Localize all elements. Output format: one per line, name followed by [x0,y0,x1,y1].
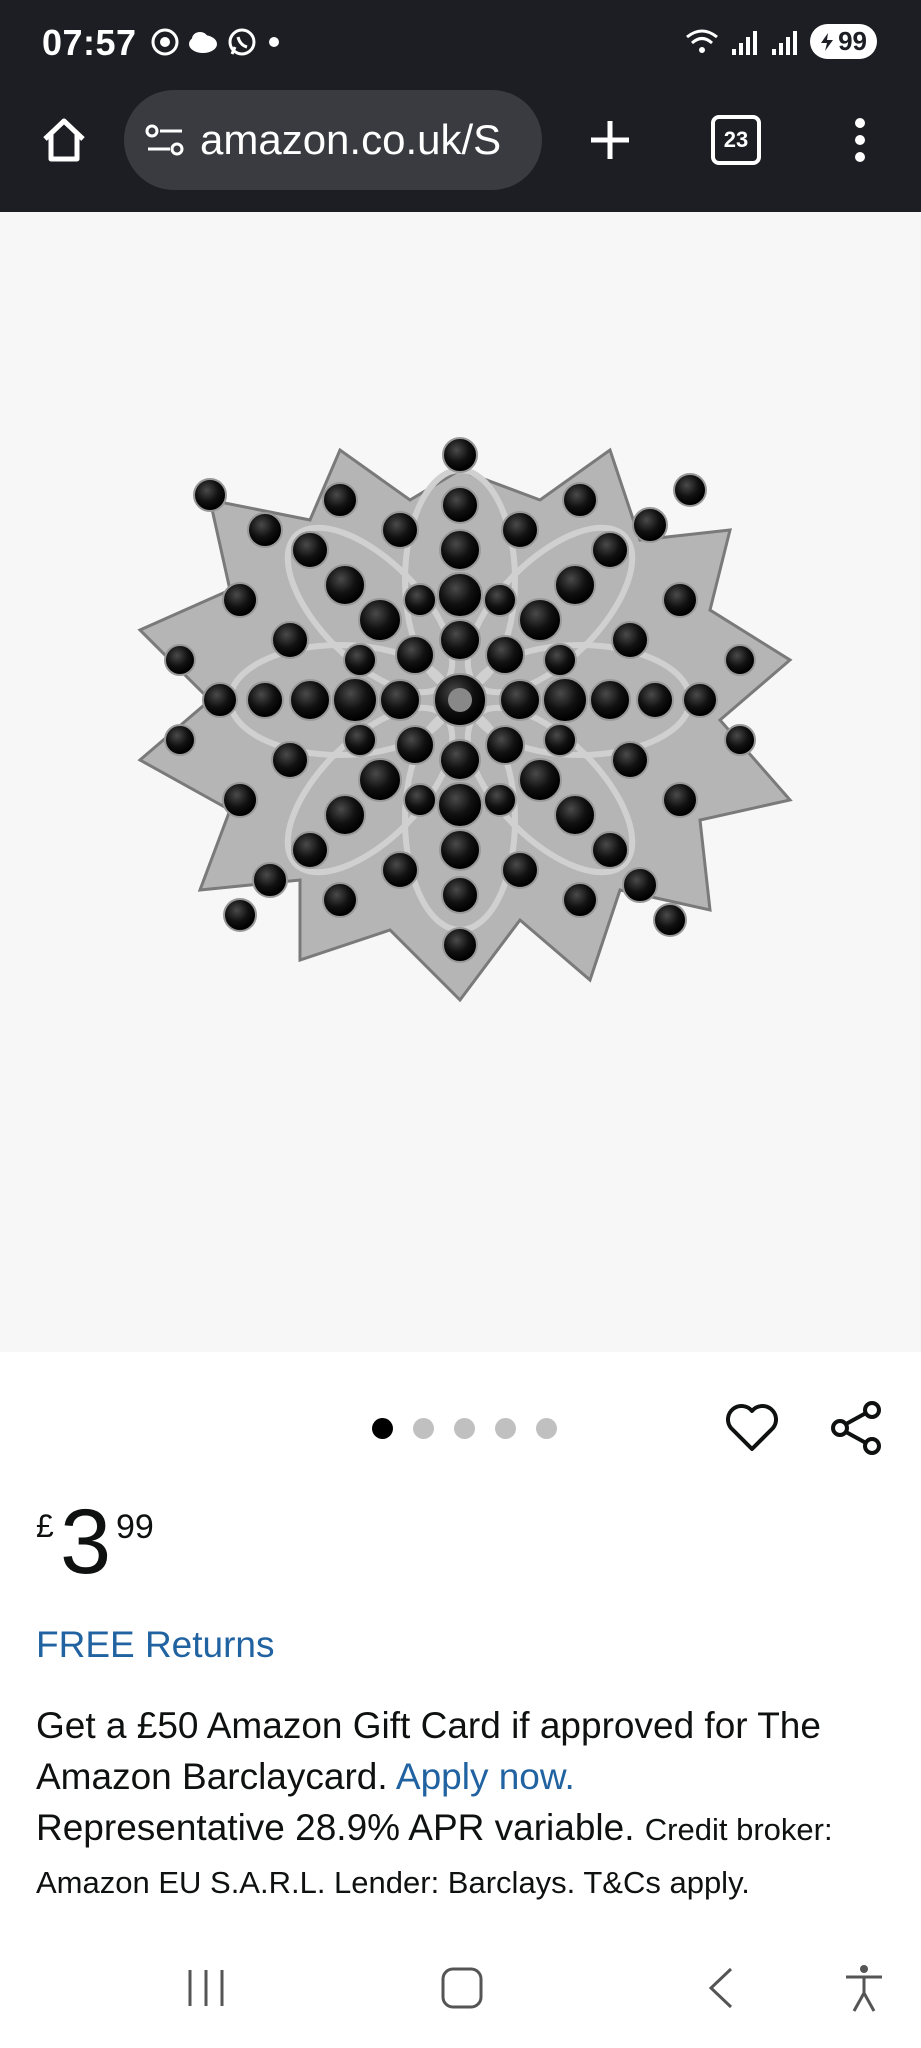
wifi-icon [686,29,719,53]
carousel-dot[interactable] [454,1418,475,1439]
carousel-dot[interactable] [413,1418,434,1439]
carousel-dot[interactable] [536,1418,557,1439]
apr-text: Representative 28.9% APR variable. [36,1807,645,1848]
menu-icon[interactable] [842,112,878,168]
brooch-image [137,437,793,1003]
recent-apps-icon[interactable] [176,1958,236,2018]
signal-icon [732,30,758,55]
whatsapp-icon [228,28,256,56]
product-image[interactable] [0,212,921,1352]
android-nav-bar [0,1928,921,2048]
apply-now-link[interactable]: Apply now. [396,1756,575,1797]
tab-switcher-icon[interactable]: 23 [710,114,762,166]
system-icons: 99 [684,24,877,59]
chrome-icon [151,28,179,56]
url-bar[interactable]: amazon.co.uk/S [124,90,542,190]
heart-icon[interactable] [722,1398,782,1458]
price-currency: £ [36,1508,54,1544]
home-button-icon[interactable] [432,1958,492,2018]
tab-count: 23 [711,115,761,165]
site-settings-icon[interactable] [144,122,186,158]
dot-icon [269,37,279,47]
status-time: 07:57 [42,22,137,63]
cloud-icon [189,32,217,53]
carousel-dot[interactable] [495,1418,516,1439]
price-fraction: 99 [116,1508,154,1546]
carousel-controls [0,1352,921,1502]
battery-level: 99 [838,26,867,56]
accessibility-icon[interactable] [834,1958,894,2018]
browser-toolbar: amazon.co.uk/S 23 [0,88,921,212]
barclaycard-promo: Get a £50 Amazon Gift Card if approved f… [36,1700,896,1908]
new-tab-icon[interactable] [582,112,638,168]
status-bar: 07:57 99 [0,0,921,88]
price-whole: 3 [60,1491,112,1593]
notification-icons [150,26,284,58]
url-text: amazon.co.uk/S [200,116,502,163]
share-icon[interactable] [826,1398,886,1458]
back-icon[interactable] [690,1958,750,2018]
carousel-dot[interactable] [372,1418,393,1439]
free-returns-link[interactable]: FREE Returns [36,1624,275,1666]
battery-icon: 99 [810,24,877,59]
carousel-dots [362,1418,567,1439]
home-icon[interactable] [36,112,92,168]
signal-icon [772,30,798,55]
